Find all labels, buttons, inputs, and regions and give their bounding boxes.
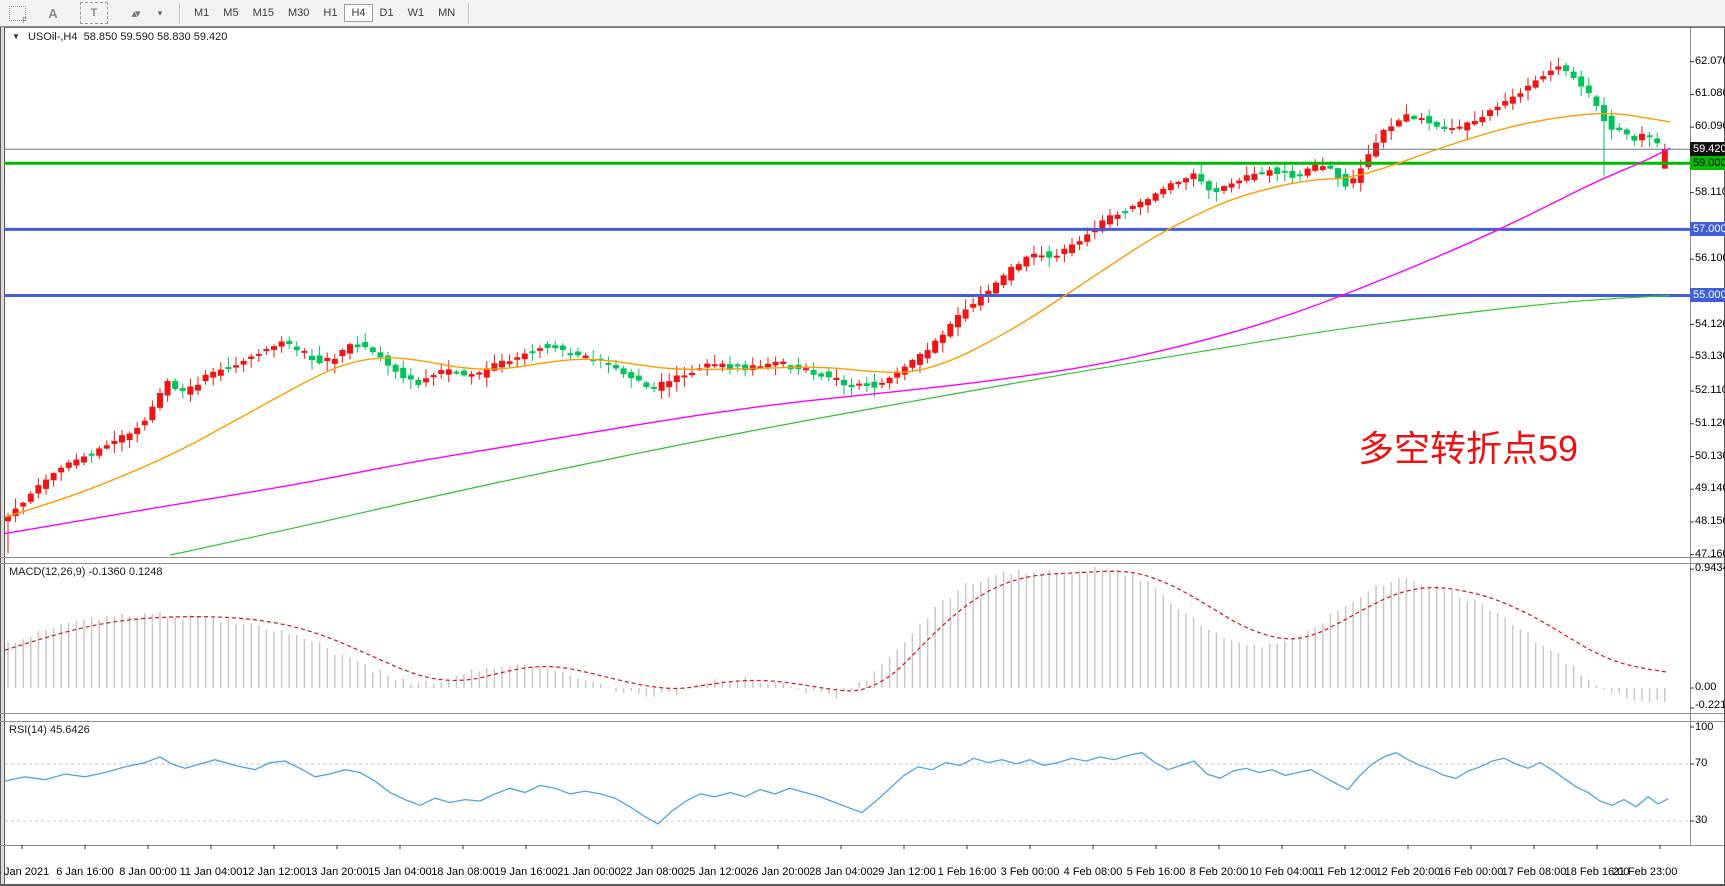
time-tick-label: 25 Jan 12:00	[683, 866, 747, 878]
macd-tick-label: 0.9434	[1695, 562, 1725, 574]
chart-title: ▼ USOil-,H4 58.850 59.590 58.830 59.420	[12, 31, 227, 43]
price-tick-label: 62.070	[1695, 55, 1725, 67]
ohlc-values: 58.850 59.590 58.830 59.420	[84, 31, 228, 43]
rsi-tick-label: 70	[1695, 757, 1707, 769]
time-tick-label: 26 Jan 20:00	[746, 866, 810, 878]
price-tick-label: 49.140	[1695, 482, 1725, 494]
time-tick-label: 28 Jan 04:00	[809, 866, 873, 878]
time-tick-label: 5 Feb 16:00	[1127, 866, 1186, 878]
price-tick-label: 61.080	[1695, 87, 1725, 99]
time-tick-label: 8 Jan 00:00	[119, 866, 177, 878]
time-tick-label: 15 Jan 04:00	[368, 866, 432, 878]
price-tick-label: 47.160	[1695, 548, 1725, 560]
rsi-tick-label: 100	[1695, 721, 1713, 733]
symbol-period-label: USOil-,H4	[28, 31, 78, 43]
time-tick-label: 6 Jan 16:00	[56, 866, 114, 878]
time-tick-label: 12 Jan 12:00	[242, 866, 306, 878]
price-level-badge-55.000: 55.000	[1690, 288, 1725, 302]
annotation-text: 多空转折点59	[1358, 420, 1578, 472]
time-tick-label: 19 Jan 16:00	[494, 866, 558, 878]
macd-tick-label: 0.00	[1695, 681, 1716, 693]
time-tick-label: 5 Jan 2021	[0, 866, 49, 878]
macd-tick-label: -0.2213	[1695, 699, 1725, 711]
time-tick-label: 11 Feb 12:00	[1313, 866, 1377, 878]
price-tick-label: 60.090	[1695, 120, 1725, 132]
time-tick-label: 17 Feb 08:00	[1502, 866, 1567, 878]
rsi-tick-label: 30	[1695, 814, 1707, 826]
time-tick-label: 12 Feb 20:00	[1376, 866, 1441, 878]
price-tick-label: 48.150	[1695, 515, 1725, 527]
time-tick-label: 18 Jan 08:00	[431, 866, 495, 878]
price-tick-label: 54.120	[1695, 318, 1725, 330]
time-tick-label: 21 Jan 00:00	[557, 866, 621, 878]
time-tick-label: 3 Feb 00:00	[1001, 866, 1060, 878]
time-tick-label: 8 Feb 20:00	[1190, 866, 1249, 878]
time-tick-label: 11 Jan 04:00	[180, 866, 243, 878]
time-tick-label: 22 Jan 08:00	[620, 866, 684, 878]
time-tick-label: 16 Feb 00:00	[1439, 866, 1504, 878]
price-tick-label: 52.110	[1695, 384, 1725, 396]
price-tick-label: 51.120	[1695, 417, 1725, 429]
time-tick-label: 4 Feb 08:00	[1064, 866, 1123, 878]
price-tick-label: 56.100	[1695, 252, 1725, 264]
price-tick-label: 50.130	[1695, 450, 1725, 462]
price-level-badge-59.000: 59.000	[1690, 156, 1725, 170]
price-tick-label: 58.110	[1695, 186, 1725, 198]
time-tick-label: 13 Jan 20:00	[305, 866, 369, 878]
macd-indicator-label: MACD(12,26,9) -0.1360 0.1248	[9, 566, 162, 578]
time-tick-label: 10 Feb 04:00	[1250, 866, 1315, 878]
price-level-badge-57.000: 57.000	[1690, 222, 1725, 236]
time-tick-label: 29 Jan 12:00	[872, 866, 936, 878]
time-tick-label: 21 Feb 23:00	[1613, 866, 1678, 878]
time-tick-label: 1 Feb 16:00	[938, 866, 997, 878]
price-tick-label: 53.130	[1695, 350, 1725, 362]
rsi-indicator-label: RSI(14) 45.6426	[9, 724, 90, 736]
price-level-badge-59.420: 59.420	[1690, 142, 1725, 156]
symbol-dropdown-icon[interactable]: ▼	[12, 32, 20, 41]
